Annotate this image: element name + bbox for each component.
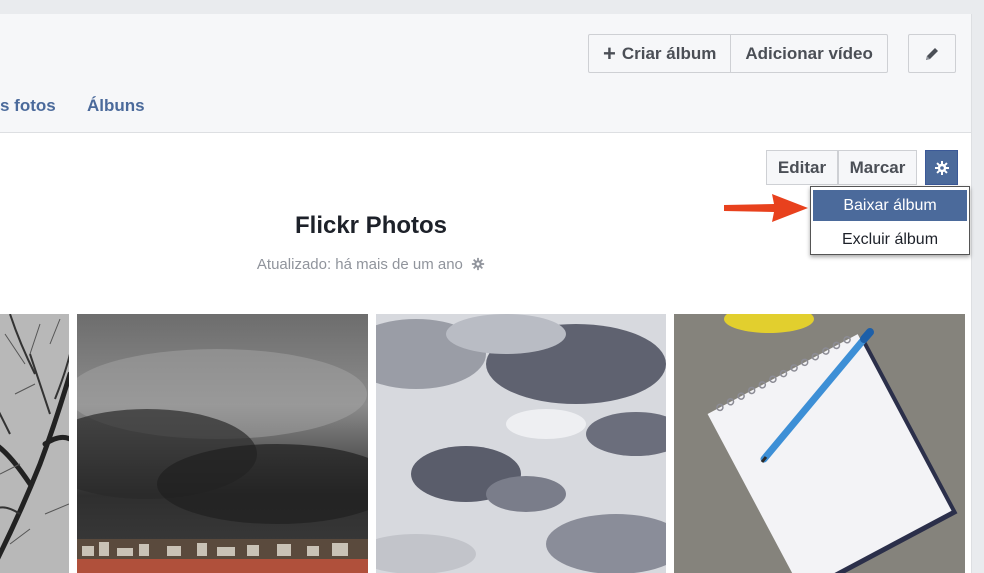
plus-icon: +: [603, 40, 616, 66]
create-album-button[interactable]: + Criar álbum: [589, 35, 730, 72]
gear-icon: [471, 257, 485, 271]
album-header-panel: [0, 14, 972, 133]
album-updated-text: Atualizado: há mais de um ano: [256, 256, 463, 273]
sky-photo-image: [376, 314, 666, 573]
notepad-photo-image: [674, 314, 965, 573]
create-album-label: Criar álbum: [621, 43, 717, 63]
album-photo-sky[interactable]: [376, 314, 666, 573]
delete-album-menu-item[interactable]: Excluir álbum: [811, 224, 969, 255]
tag-album-button[interactable]: Marcar: [838, 150, 917, 185]
album-title: Flickr Photos: [294, 212, 448, 239]
album-photo-tree[interactable]: [0, 314, 69, 573]
album-photo-storm[interactable]: [77, 314, 368, 573]
tab-albums[interactable]: Álbuns: [87, 96, 145, 116]
album-actions-group: + Criar álbum Adicionar vídeo: [588, 34, 888, 73]
page-background: [0, 0, 984, 14]
download-album-menu-item[interactable]: Baixar álbum: [813, 190, 967, 221]
tab-photos[interactable]: s fotos: [0, 96, 56, 116]
album-options-button[interactable]: [925, 150, 958, 185]
album-photo-notepad[interactable]: [674, 314, 965, 573]
add-video-button[interactable]: Adicionar vídeo: [730, 35, 887, 72]
edit-album-button[interactable]: Editar: [766, 150, 838, 185]
edit-cover-button[interactable]: [908, 34, 956, 73]
album-updated-line: Atualizado: há mais de um ano: [0, 256, 742, 273]
album-options-menu: Baixar álbum Excluir álbum: [810, 186, 970, 255]
tree-photo-image: [0, 314, 69, 573]
storm-photo-image: [77, 314, 368, 573]
pencil-icon: [926, 47, 938, 60]
gear-icon: [934, 160, 949, 175]
